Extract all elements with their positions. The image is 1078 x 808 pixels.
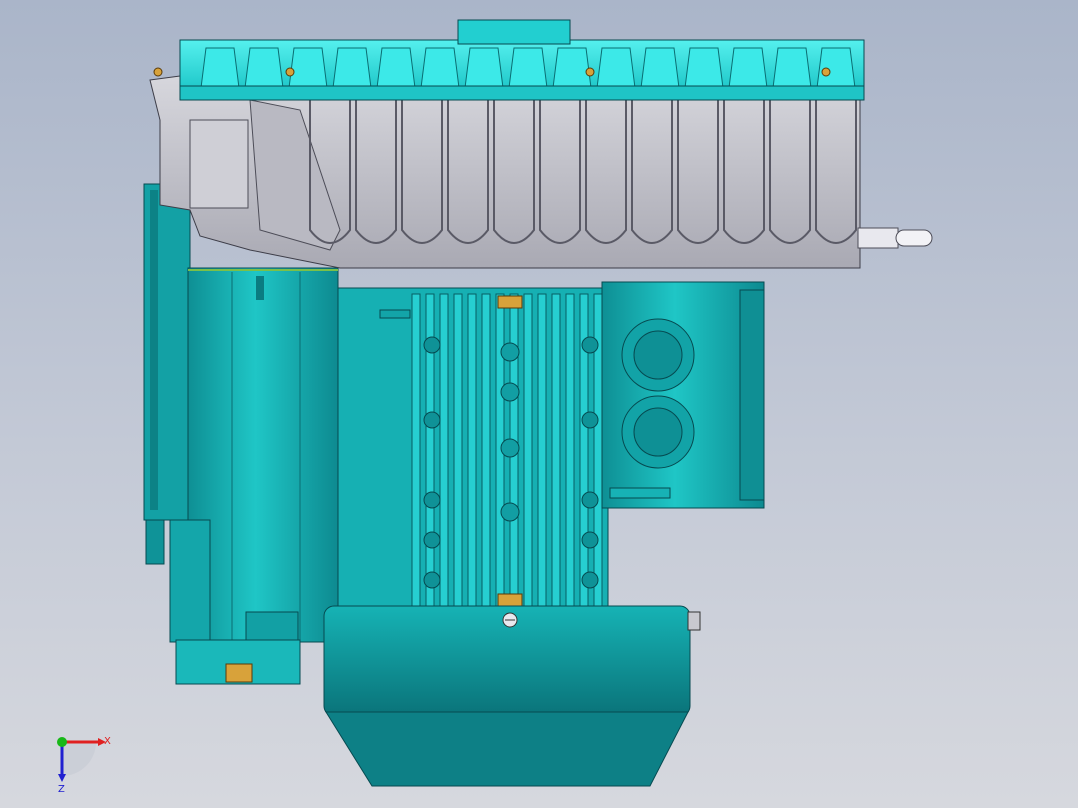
motor-end-cap bbox=[323, 605, 701, 787]
left-housing bbox=[169, 267, 339, 685]
motor-fin bbox=[411, 293, 421, 607]
left-side-panel bbox=[143, 183, 191, 565]
terminal-box bbox=[601, 281, 765, 509]
x-axis-label: X bbox=[104, 736, 111, 747]
center-boss bbox=[500, 342, 520, 362]
fin-boss bbox=[423, 571, 441, 589]
motor-body bbox=[337, 287, 609, 609]
top-cover bbox=[153, 19, 865, 101]
center-boss bbox=[500, 382, 520, 402]
bolt bbox=[585, 67, 595, 77]
z-axis-label: Z bbox=[58, 784, 65, 795]
fin-boss bbox=[423, 336, 441, 354]
fin-boss bbox=[581, 531, 599, 549]
bolt bbox=[821, 67, 831, 77]
motor-fin bbox=[481, 293, 491, 607]
bolt bbox=[153, 67, 163, 77]
cad-viewport[interactable]: X Z bbox=[0, 0, 1078, 808]
motor-fin bbox=[551, 293, 561, 607]
fin-boss bbox=[581, 571, 599, 589]
fin-boss bbox=[581, 491, 599, 509]
center-boss bbox=[500, 502, 520, 522]
motor-fin bbox=[439, 293, 449, 607]
bolt bbox=[285, 67, 295, 77]
fin-boss bbox=[423, 491, 441, 509]
fin-boss bbox=[423, 411, 441, 429]
fin-boss bbox=[581, 411, 599, 429]
y-axis bbox=[57, 737, 67, 747]
orientation-triad[interactable]: X Z bbox=[57, 736, 111, 795]
fin-boss bbox=[581, 336, 599, 354]
center-boss bbox=[500, 438, 520, 458]
motor-fin bbox=[467, 293, 477, 607]
motor-fin bbox=[523, 293, 533, 607]
fin-boss bbox=[423, 531, 441, 549]
motor-fin bbox=[453, 293, 463, 607]
motor-fin bbox=[537, 293, 547, 607]
motor-fin bbox=[565, 293, 575, 607]
